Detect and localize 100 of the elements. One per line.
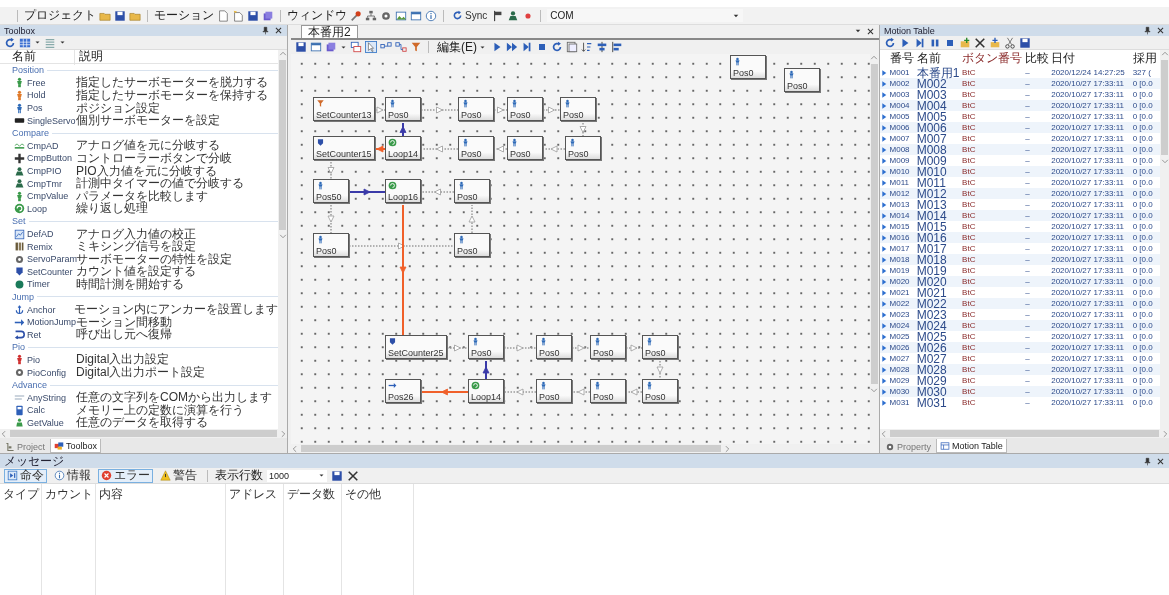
flow-node[interactable]: Pos0 xyxy=(590,335,626,359)
toolbox-item[interactable]: Hold xyxy=(14,90,76,101)
window-icon[interactable] xyxy=(310,41,322,53)
section-header[interactable]: Pio xyxy=(12,342,25,353)
person-icon[interactable] xyxy=(507,9,520,22)
toolbox-item[interactable]: CmpValue xyxy=(14,190,76,202)
toolbox-item[interactable]: ServoParam xyxy=(14,253,76,265)
flow-node[interactable]: Loop16 xyxy=(385,179,421,203)
insert-icon[interactable] xyxy=(989,36,1001,49)
flow-node[interactable]: Pos0 xyxy=(642,379,678,403)
flow-node[interactable]: Pos0 xyxy=(590,379,626,403)
flow-node[interactable]: Pos0 xyxy=(784,68,820,92)
toolbox-item[interactable]: CmpAD xyxy=(14,140,76,152)
cut-icon[interactable] xyxy=(1004,36,1016,49)
refresh-icon[interactable] xyxy=(551,41,563,53)
close-icon[interactable] xyxy=(1156,456,1165,466)
refresh-icon[interactable] xyxy=(884,36,896,49)
section-header[interactable]: Position xyxy=(12,65,45,76)
save-icon[interactable] xyxy=(1019,36,1031,49)
section-header[interactable]: Advance xyxy=(12,380,48,391)
flow-node[interactable]: Pos0 xyxy=(507,136,543,160)
copy-icon[interactable] xyxy=(325,41,337,53)
save-icon[interactable] xyxy=(114,9,126,22)
horizontal-scrollbar[interactable] xyxy=(0,429,287,438)
info-icon[interactable] xyxy=(425,9,437,22)
flow-node[interactable]: Pos0 xyxy=(536,335,572,359)
settings-icon[interactable] xyxy=(380,9,392,22)
flow-node[interactable]: Pos0 xyxy=(536,379,572,403)
document-tab[interactable]: 本番用2 xyxy=(301,25,358,38)
panel-tab[interactable]: Toolbox xyxy=(50,439,102,453)
refresh-icon[interactable] xyxy=(4,36,16,49)
toolbox-item[interactable]: DefAD xyxy=(14,228,76,240)
flow-node[interactable]: Pos50 xyxy=(313,179,349,203)
column-header[interactable]: タイプ xyxy=(3,487,39,501)
align-center-icon[interactable] xyxy=(596,41,608,53)
toolbox-item[interactable]: PioConfig xyxy=(14,367,76,379)
column-header[interactable]: 採用 xyxy=(1131,50,1160,67)
column-header[interactable]: 内容 xyxy=(99,487,123,501)
filter-button[interactable]: エラー xyxy=(98,468,153,483)
sync-button[interactable]: Sync xyxy=(450,10,490,21)
column-header[interactable]: 名前 xyxy=(915,50,962,67)
sort-icon[interactable] xyxy=(581,41,593,53)
toolbox-item[interactable]: Timer xyxy=(14,278,76,290)
scroll-thumb[interactable] xyxy=(890,430,1159,437)
row-count-select[interactable]: 1000 xyxy=(267,469,327,482)
pin-icon[interactable] xyxy=(1143,26,1152,35)
column-header[interactable]: カウント xyxy=(45,487,93,501)
flow-node[interactable]: Pos0 xyxy=(730,55,766,79)
align-left-icon[interactable] xyxy=(611,41,623,53)
flow-node[interactable]: SetCounter13 xyxy=(313,97,375,121)
scroll-thumb[interactable] xyxy=(10,430,277,437)
play-icon[interactable] xyxy=(899,36,911,49)
copy-icon[interactable] xyxy=(262,9,274,22)
toolbox-item[interactable]: CmpTmr xyxy=(14,178,76,190)
horizontal-scrollbar[interactable] xyxy=(880,429,1169,438)
panel-tab[interactable]: Project xyxy=(2,440,48,453)
filter-button[interactable]: 情報 xyxy=(51,468,94,483)
toolbox-item[interactable]: AnyString xyxy=(14,392,76,404)
image-icon[interactable] xyxy=(395,9,407,22)
panel-tab[interactable]: Property xyxy=(882,440,934,453)
edit-menu[interactable]: 編集(E) xyxy=(435,38,488,56)
toolbox-item[interactable]: Pos xyxy=(14,102,76,114)
panel-tab[interactable]: Motion Table xyxy=(936,439,1007,453)
vertical-scrollbar[interactable] xyxy=(278,50,287,429)
add-icon[interactable] xyxy=(959,36,971,49)
connect-icon[interactable] xyxy=(395,41,407,53)
skip-icon[interactable] xyxy=(914,36,926,49)
save-icon[interactable] xyxy=(295,41,307,53)
toolbox-item[interactable]: Remix xyxy=(14,241,76,253)
skip-icon[interactable] xyxy=(521,41,533,53)
column-header[interactable]: 比較 xyxy=(1024,50,1051,67)
port-select[interactable]: COM xyxy=(547,9,744,22)
column-header[interactable]: データ数 xyxy=(287,487,335,501)
save-icon[interactable] xyxy=(247,9,259,22)
filter-button[interactable]: 命令 xyxy=(4,468,47,483)
close-icon[interactable] xyxy=(1156,26,1165,35)
document-icon[interactable] xyxy=(217,9,229,22)
close-icon[interactable] xyxy=(866,27,875,36)
new-document-icon[interactable] xyxy=(232,9,244,22)
flow-node[interactable]: Pos0 xyxy=(565,136,601,160)
column-header[interactable]: 日付 xyxy=(1050,50,1132,67)
pages-icon[interactable] xyxy=(566,41,578,53)
flow-node[interactable]: Pos0 xyxy=(458,136,494,160)
caret-icon[interactable] xyxy=(854,27,862,35)
toolbox-item[interactable]: GetValue xyxy=(14,417,76,429)
flow-node[interactable]: Pos0 xyxy=(454,179,490,203)
flow-node[interactable]: Pos0 xyxy=(560,97,596,121)
flow-node[interactable]: Pos0 xyxy=(458,97,494,121)
flow-node[interactable]: Pos0 xyxy=(642,335,678,359)
toolbox-item[interactable]: Ret xyxy=(14,329,76,341)
layers-icon[interactable] xyxy=(350,41,362,53)
toolbox-item[interactable]: Loop xyxy=(14,203,76,215)
scroll-thumb[interactable] xyxy=(301,445,721,452)
column-header[interactable]: ボタン番号 xyxy=(961,50,1025,67)
pointer-icon[interactable] xyxy=(365,41,377,53)
toolbox-item[interactable]: MotionJump xyxy=(14,316,76,328)
section-header[interactable]: Compare xyxy=(12,128,49,139)
filter-button[interactable]: 警告 xyxy=(157,468,200,483)
flow-node[interactable]: Pos0 xyxy=(468,335,504,359)
scroll-thumb[interactable] xyxy=(871,64,878,384)
